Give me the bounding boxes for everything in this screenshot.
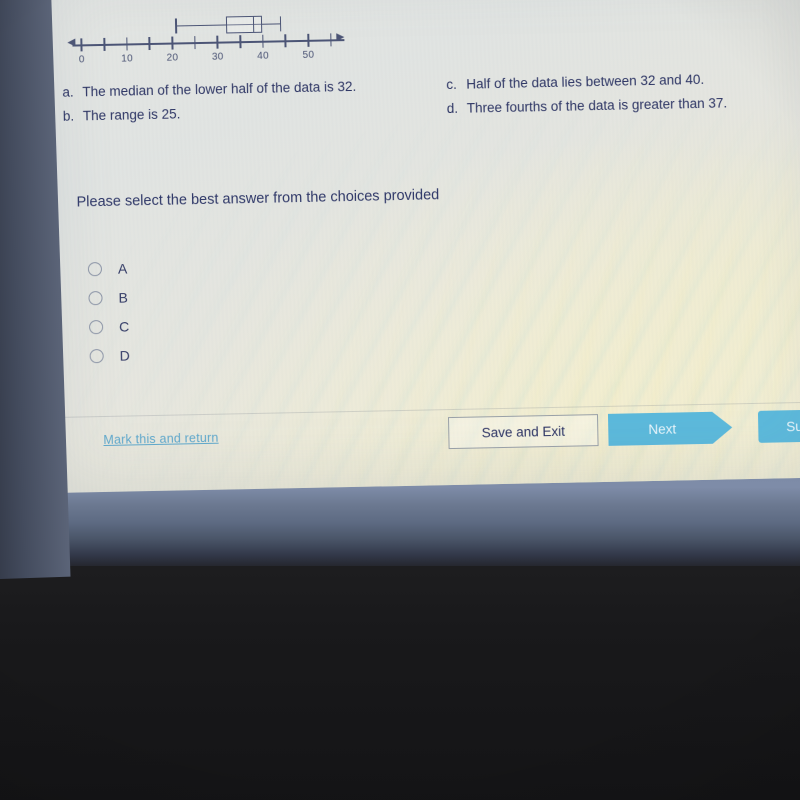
answer-statement-b-text: The range is 25. xyxy=(82,106,181,124)
answer-option-a[interactable]: A xyxy=(87,253,129,283)
axis-tick-label: 50 xyxy=(302,49,315,61)
axis-tick xyxy=(284,34,287,48)
question-page-content: Which statement is not true about the da… xyxy=(36,0,800,494)
answer-option-label-c: C xyxy=(118,317,130,335)
answer-statement-a: a. The median of the lower half of the da… xyxy=(62,79,356,100)
answer-statement-d: d. Three fourths of the data is greater t… xyxy=(447,95,728,116)
submit-button[interactable]: Su xyxy=(757,408,800,443)
answer-statement-a-letter: a. xyxy=(62,84,74,100)
axis-ticks xyxy=(37,3,367,52)
answer-statement-a-text: The median of the lower half of the data… xyxy=(82,78,357,100)
whisker-cap-maximum xyxy=(279,16,282,32)
answer-statements: a. The median of the lower half of the da… xyxy=(38,67,800,135)
radio-button-c[interactable] xyxy=(88,319,104,334)
screen-surface: Which statement is not true about the da… xyxy=(35,0,800,494)
axis-tick xyxy=(193,36,196,50)
number-line-axis xyxy=(72,39,345,47)
axis-tick-label: 40 xyxy=(257,50,270,62)
answer-statement-d-letter: d. xyxy=(446,100,459,117)
axis-tick xyxy=(103,37,106,51)
box-iqr xyxy=(226,15,263,34)
radio-button-a[interactable] xyxy=(87,261,103,276)
photo-of-monitor: Which statement is not true about the da… xyxy=(0,0,800,800)
monitor-screen: Which statement is not true about the da… xyxy=(0,0,800,494)
answer-option-d[interactable]: D xyxy=(89,340,130,370)
answer-statement-c-letter: c. xyxy=(446,76,457,93)
axis-tick xyxy=(307,33,310,47)
axis-tick xyxy=(171,36,174,50)
axis-tick-label: 0 xyxy=(78,54,85,66)
median-line xyxy=(252,15,255,33)
next-button[interactable]: Next xyxy=(608,411,733,445)
answer-statement-d-text: Three fourths of the data is greater tha… xyxy=(466,95,728,116)
select-answer-prompt: Please select the best answer from the c… xyxy=(76,187,440,211)
answer-option-label-b: B xyxy=(118,289,129,306)
axis-tick xyxy=(261,34,264,48)
axis-tick-label: 20 xyxy=(166,52,179,64)
save-and-exit-button[interactable]: Save and Exit xyxy=(447,414,599,450)
axis-tick xyxy=(329,33,332,47)
answer-options-list: ABCD xyxy=(87,253,130,370)
answer-option-c[interactable]: C xyxy=(88,311,130,341)
axis-arrow-right-icon xyxy=(336,33,345,42)
whisker-cap-minimum xyxy=(175,18,178,34)
answer-option-b[interactable]: B xyxy=(88,282,129,312)
axis-tick-labels: 0 10 20 30 40 50 xyxy=(37,3,367,66)
axis-tick-label: 10 xyxy=(121,53,134,65)
answer-statement-c: c. Half of the data lies between 32 and 4… xyxy=(446,72,704,92)
axis-tick xyxy=(125,37,128,51)
axis-tick-label: 30 xyxy=(211,51,224,63)
axis-tick xyxy=(80,38,83,52)
axis-tick xyxy=(216,35,219,49)
answer-statement-b-letter: b. xyxy=(62,108,75,124)
axis-tick xyxy=(239,35,242,49)
answer-statement-b: b. The range is 25. xyxy=(63,106,181,123)
answer-option-label-a: A xyxy=(117,260,128,277)
radio-button-b[interactable] xyxy=(88,290,103,305)
answer-statement-c-text: Half of the data lies between 32 and 40. xyxy=(466,71,705,92)
answer-option-label-d: D xyxy=(119,346,130,364)
mark-this-and-return-link[interactable]: Mark this and return xyxy=(103,431,218,447)
footer-toolbar: Mark this and return Save and Exit Next … xyxy=(45,401,800,473)
box-plot-figure: 0 10 20 30 40 50 xyxy=(37,3,368,78)
axis-arrow-left-icon xyxy=(67,38,76,47)
axis-tick xyxy=(148,36,151,51)
dark-foreground-surface xyxy=(0,556,800,800)
radio-button-d[interactable] xyxy=(89,348,104,363)
